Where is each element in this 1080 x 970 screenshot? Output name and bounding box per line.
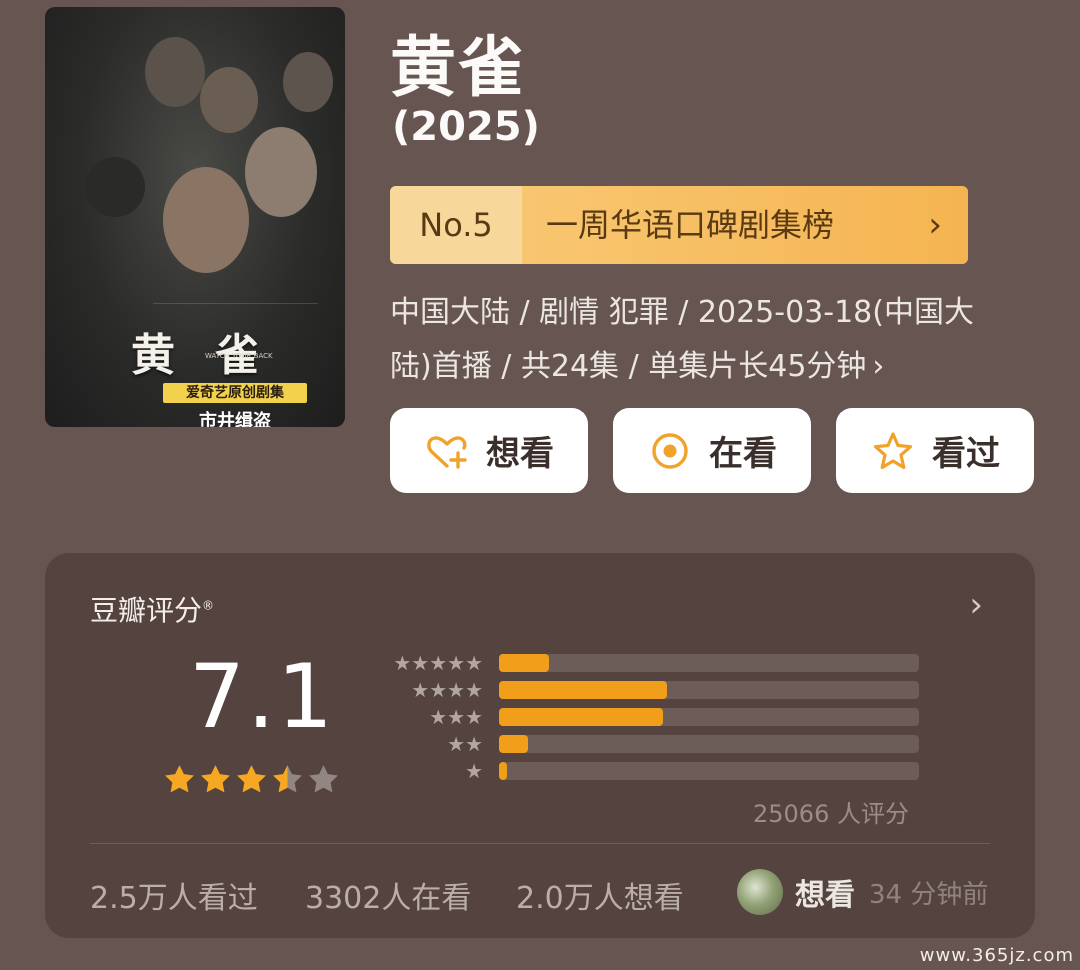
bar-track (499, 681, 919, 699)
chevron-right-icon: › (928, 205, 942, 245)
ranking-banner[interactable]: No.5 一周华语口碑剧集榜 › (390, 186, 968, 264)
recent-time: 34 分钟前 (869, 879, 989, 910)
watched-label: 看过 (932, 434, 1000, 474)
meta-info[interactable]: 中国大陆 / 剧情 犯罪 / 2025-03-18(中国大 陆)首播 / 共24… (390, 286, 1040, 394)
rating-card[interactable]: 豆瓣评分® › 7.1 ★★★★★ ★★★★ ★★★ ★★ ★ 25066 人评分 2.… (45, 553, 1035, 938)
star-empty-icon (309, 765, 338, 793)
watermark: www.365jz.com (919, 945, 1074, 966)
stat-want[interactable]: 2.0万人想看 (516, 873, 684, 917)
watched-button[interactable]: 看过 (836, 408, 1034, 493)
poster-subtitle: WATCH YOUR BACK (205, 352, 273, 360)
want-to-watch-button[interactable]: 想看 (390, 408, 588, 493)
star-icon (201, 765, 230, 793)
rank-list-label: 一周华语口碑剧集榜 (546, 206, 835, 244)
poster-figure (85, 157, 145, 217)
poster-figure (283, 52, 333, 112)
divider (90, 843, 990, 844)
stat-watching[interactable]: 3302人在看 (305, 873, 471, 917)
chevron-right-icon[interactable]: › (969, 585, 983, 625)
distribution-row: ★★ (375, 734, 919, 754)
trademark-symbol: ® (202, 598, 215, 613)
recent-action: 想看 (795, 878, 855, 913)
page-title: 黄雀 (390, 29, 526, 106)
stat-watched[interactable]: 2.5万人看过 (90, 873, 258, 917)
star-half-icon (273, 765, 302, 793)
watching-button[interactable]: 在看 (613, 408, 811, 493)
rating-stars (163, 763, 340, 796)
poster-brand: 市井缉盗 (199, 411, 271, 427)
rating-label: 豆瓣评分 (90, 594, 203, 627)
poster-figure (200, 67, 258, 133)
meta-line-2: 陆)首播 / 共24集 / 单集片长45分钟 › (390, 340, 1040, 394)
row-stars-icon: ★★★ (429, 705, 483, 729)
rank-list-name: 一周华语口碑剧集榜 › (522, 186, 968, 264)
row-stars-icon: ★★★★ (411, 678, 483, 702)
distribution-row: ★ (375, 761, 919, 781)
watching-label: 在看 (709, 434, 777, 474)
bar-fill (499, 762, 507, 780)
want-label: 想看 (486, 434, 554, 474)
poster-figure (145, 37, 205, 107)
bar-track (499, 654, 919, 672)
chevron-right-icon: › (872, 349, 885, 384)
bar-track (499, 735, 919, 753)
bar-track (499, 762, 919, 780)
recent-activity[interactable]: 想看 34 分钟前 (737, 869, 988, 915)
row-stars-icon: ★★ (447, 732, 483, 756)
rating-score: 7.1 (189, 645, 335, 748)
rank-number: No.5 (390, 186, 522, 264)
row-stars-icon: ★★★★★ (393, 651, 483, 675)
poster-image[interactable]: 黄雀 WATCH YOUR BACK 爱奇艺原创剧集 市井缉盗 (45, 7, 345, 427)
bar-track (499, 708, 919, 726)
target-icon (647, 428, 693, 474)
poster-badge: 爱奇艺原创剧集 (163, 383, 307, 403)
poster-figure (245, 127, 317, 217)
rating-title: 豆瓣评分® (90, 589, 214, 629)
avatar[interactable] (737, 869, 783, 915)
poster-title: 黄雀 (131, 330, 299, 381)
star-icon (237, 765, 266, 793)
heart-plus-icon (424, 428, 470, 474)
release-year: (2025) (392, 104, 540, 150)
distribution-row: ★★★★★ (375, 653, 919, 673)
poster-figure (163, 167, 249, 273)
bar-fill (499, 708, 663, 726)
meta-line: 陆)首播 / 共24集 / 单集片长45分钟 (390, 349, 867, 384)
row-stars-icon: ★ (465, 759, 483, 783)
rating-count: 25066 人评分 (753, 800, 909, 828)
distribution-row: ★★★★ (375, 680, 919, 700)
star-icon (165, 765, 194, 793)
meta-line: 中国大陆 / 剧情 犯罪 / 2025-03-18(中国大 (390, 295, 974, 330)
bar-fill (499, 654, 549, 672)
distribution-row: ★★★ (375, 707, 919, 727)
star-outline-icon (870, 428, 916, 474)
bar-fill (499, 735, 528, 753)
bar-fill (499, 681, 667, 699)
